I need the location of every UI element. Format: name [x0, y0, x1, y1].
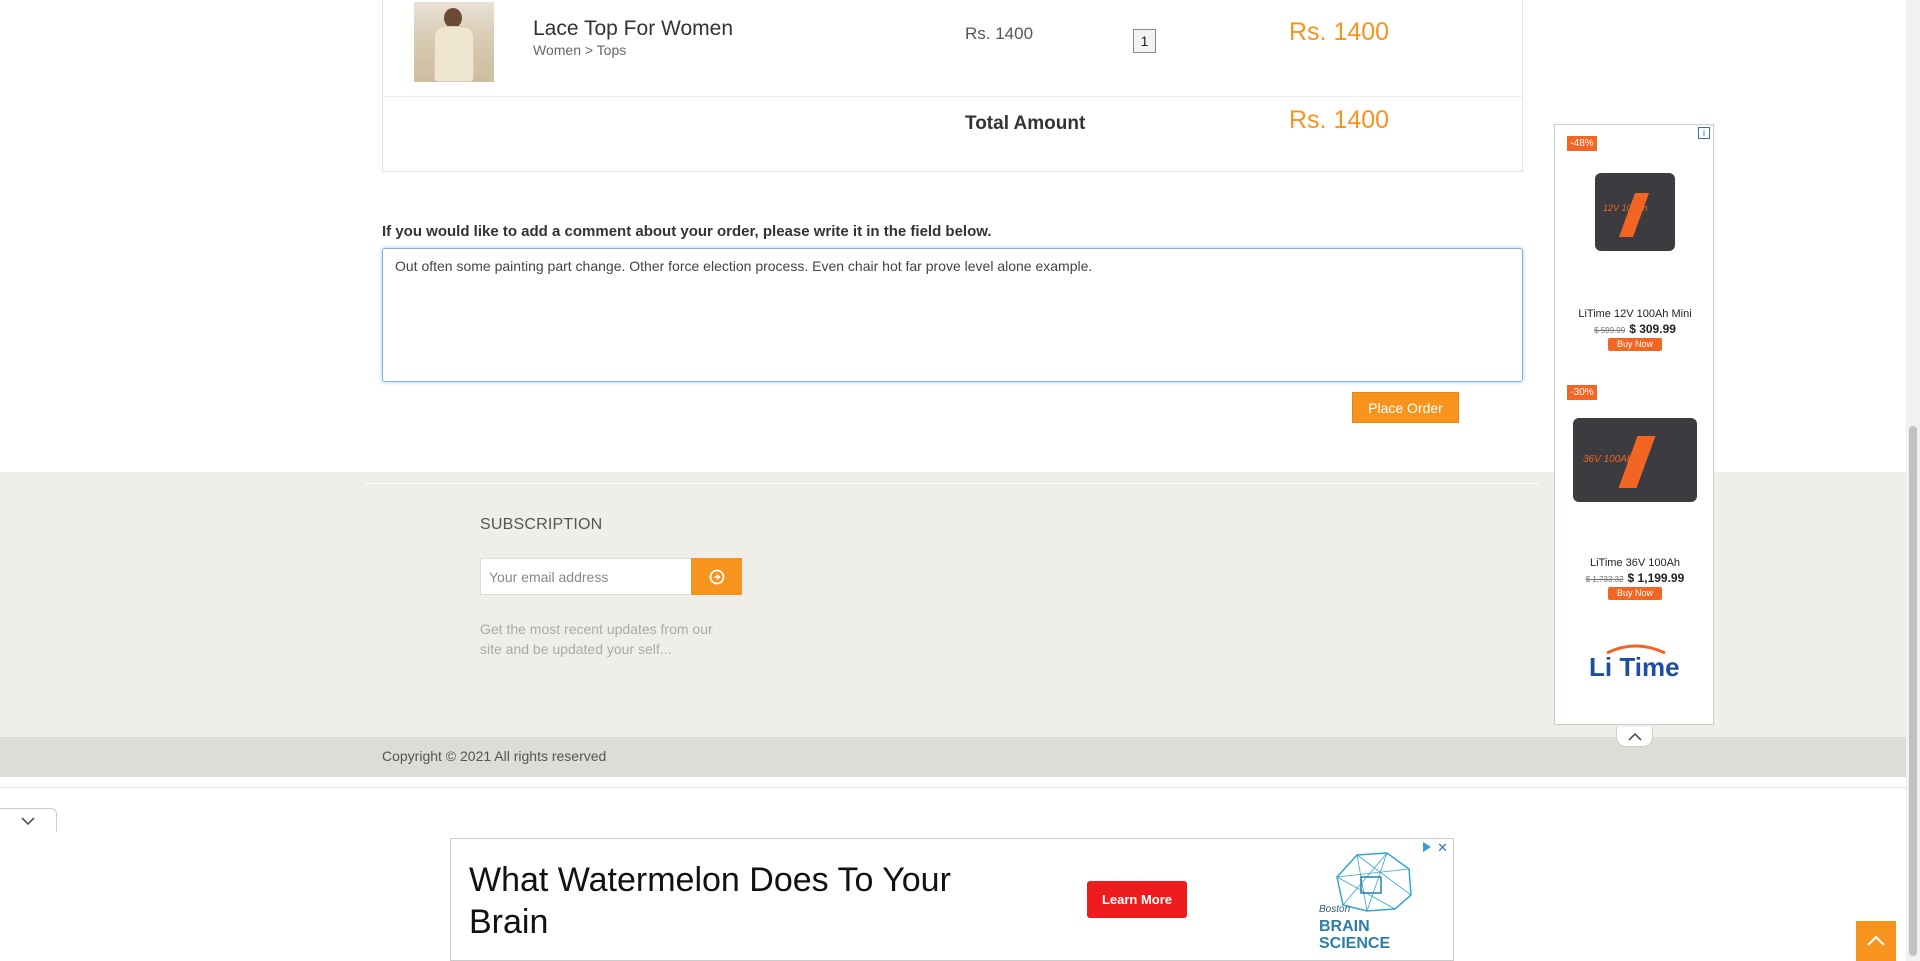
quantity-field[interactable]: 1 — [1133, 29, 1156, 53]
total-amount-label: Total Amount — [965, 113, 1086, 134]
discount-badge: -30% — [1567, 385, 1597, 400]
ad-info-icon[interactable]: i — [1698, 127, 1710, 139]
total-amount-value: Rs. 1400 — [1289, 106, 1390, 134]
ad-product-name: LiTime 12V 100Ah Mini — [1578, 308, 1692, 320]
order-comment-textarea[interactable] — [382, 248, 1523, 382]
product-name[interactable]: Lace Top For Women — [533, 17, 733, 41]
side-advertisement[interactable]: i -48% 12V 100Ah LiTime 12V 100Ah Mini $… — [1554, 124, 1714, 725]
litime-logo[interactable]: Li Time — [1585, 641, 1685, 681]
product-category: Women > Tops — [533, 42, 627, 58]
product-unit-price: Rs. 1400 — [965, 24, 1034, 43]
copyright-text: Copyright © 2021 All rights reserved — [382, 748, 607, 764]
ad-choices-icon[interactable] — [1423, 842, 1431, 852]
buy-now-button[interactable]: Buy Now — [1608, 338, 1662, 351]
old-price: $ 1,733.32 — [1585, 575, 1624, 584]
battery-product-image: 12V 100Ah — [1595, 173, 1675, 251]
place-order-button[interactable]: Place Order — [1352, 392, 1459, 423]
page-scrollbar[interactable] — [1906, 0, 1920, 961]
ad-product-prices: $ 1,733.32 $ 1,199.99 — [1555, 571, 1715, 585]
chevron-up-icon — [1867, 935, 1885, 946]
anchor-ad-toggle[interactable] — [0, 808, 57, 832]
chevron-down-icon — [21, 816, 35, 825]
learn-more-button[interactable]: Learn More — [1087, 881, 1187, 918]
subscription-description: Get the most recent updates from our sit… — [480, 621, 713, 657]
product-subtotal: Rs. 1400 — [1289, 18, 1390, 46]
buy-now-button[interactable]: Buy Now — [1608, 587, 1662, 600]
product-image[interactable] — [414, 2, 494, 82]
arrow-circle-right-icon — [709, 569, 724, 584]
ad-collapse-button[interactable] — [1616, 727, 1653, 747]
ad-product-name: LiTime 36V 100Ah — [1589, 557, 1681, 569]
ad-product-prices: $ 599.99 $ 309.99 — [1555, 322, 1715, 336]
subscription-title: SUBSCRIPTION — [480, 516, 603, 533]
comment-label: If you would like to add a comment about… — [382, 223, 992, 240]
ad-headline[interactable]: What Watermelon Does To Your Brain — [469, 859, 1029, 943]
scroll-to-top-button[interactable] — [1856, 921, 1896, 961]
discount-badge: -48% — [1567, 136, 1597, 151]
old-price: $ 599.99 — [1594, 326, 1626, 335]
row-divider — [383, 96, 1522, 97]
subscribe-button[interactable] — [691, 558, 742, 595]
scrollbar-thumb[interactable] — [1909, 426, 1917, 956]
subscription-email-input[interactable] — [480, 558, 692, 595]
brain-science-brand: Boston BRAIN SCIENCE — [1319, 904, 1391, 952]
new-price: $ 309.99 — [1629, 322, 1676, 336]
battery-product-image: 36V 100Ah — [1573, 418, 1697, 502]
order-summary-table: Lace Top For Women Women > Tops Rs. 1400… — [382, 0, 1523, 172]
chevron-up-icon — [1627, 732, 1642, 741]
brand-name: Li Time — [1589, 652, 1680, 681]
new-price: $ 1,199.99 — [1627, 571, 1685, 585]
close-icon[interactable]: ✕ — [1437, 841, 1448, 856]
bottom-advertisement[interactable]: What Watermelon Does To Your Brain Learn… — [450, 838, 1454, 961]
footer-divider — [366, 483, 1538, 484]
